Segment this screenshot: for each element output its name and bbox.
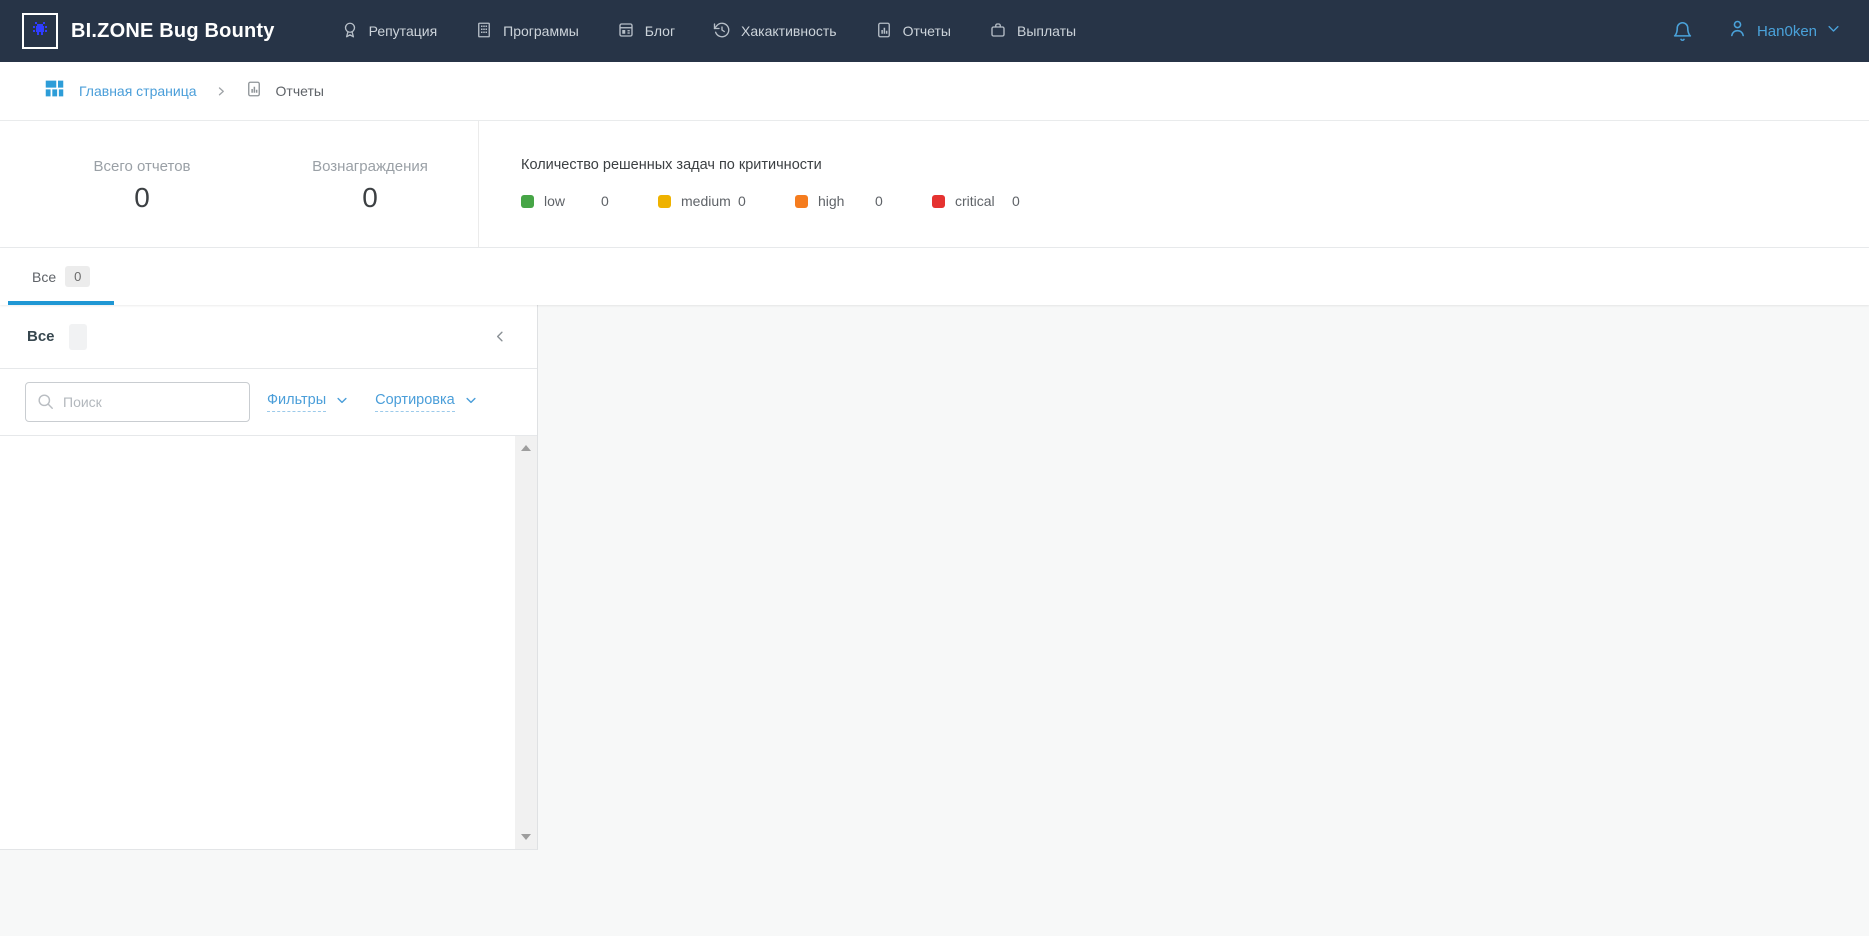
medium-color-swatch — [658, 195, 671, 208]
severity-title: Количество решенных задач по критичности — [521, 157, 1869, 173]
stat-value: 0 — [262, 182, 478, 214]
nav-label: Блог — [645, 23, 675, 39]
scroll-down-arrow-icon[interactable] — [521, 834, 531, 840]
tab-all[interactable]: Все 0 — [8, 248, 114, 305]
nav-label: Программы — [503, 23, 579, 39]
report-doc-icon — [245, 80, 263, 103]
severity-summary: Количество решенных задач по критичности… — [478, 121, 1869, 247]
sort-label: Сортировка — [375, 392, 455, 412]
severity-legend: low 0 medium 0 high 0 critical 0 — [521, 193, 1869, 209]
reports-list-empty — [0, 436, 537, 849]
nav-label: Выплаты — [1017, 23, 1076, 39]
bizone-logo[interactable] — [22, 13, 58, 49]
medal-icon — [341, 21, 359, 42]
workspace: Все Фильтры — [0, 305, 1869, 850]
panel-title: Все — [27, 328, 55, 345]
stat-rewards: Вознаграждения 0 — [262, 121, 478, 247]
filters-label: Фильтры — [267, 392, 326, 412]
search-box — [25, 382, 250, 422]
filters-dropdown[interactable]: Фильтры — [267, 392, 349, 412]
nav-label: Репутация — [369, 23, 438, 39]
briefcase-icon — [989, 21, 1007, 42]
tab-count-badge: 0 — [65, 266, 90, 287]
chevron-right-icon — [215, 85, 227, 97]
stat-label: Всего отчетов — [22, 158, 262, 175]
legend-item-low: low 0 — [521, 193, 658, 209]
legend-count: 0 — [738, 193, 746, 209]
panel-scrollbar[interactable] — [515, 436, 537, 849]
legend-label: high — [818, 193, 875, 209]
stat-value: 0 — [22, 182, 262, 214]
nav-item-hackactivity[interactable]: Хакактивность — [713, 21, 837, 42]
legend-count: 0 — [875, 193, 883, 209]
nav-item-blog[interactable]: Блог — [617, 21, 675, 42]
low-color-swatch — [521, 195, 534, 208]
chevron-down-icon — [464, 393, 478, 412]
blog-icon — [617, 21, 635, 42]
legend-count: 0 — [1012, 193, 1020, 209]
legend-label: low — [544, 193, 601, 209]
panel-count-badge — [69, 324, 87, 350]
dashboard-grid-icon — [44, 78, 65, 104]
scroll-up-arrow-icon[interactable] — [521, 445, 531, 451]
topbar-right: Han0ken — [1672, 18, 1841, 44]
top-navigation-bar: BI.ZONE Bug Bounty Репутация — [0, 0, 1869, 62]
panel-header: Все — [0, 305, 537, 369]
reports-list-panel: Все Фильтры — [0, 305, 538, 850]
breadcrumb-current: Отчеты — [245, 80, 324, 103]
history-icon — [713, 21, 731, 42]
legend-label: critical — [955, 193, 1012, 209]
breadcrumb-current-label: Отчеты — [276, 83, 324, 99]
legend-item-high: high 0 — [795, 193, 932, 209]
collapse-panel-button[interactable] — [492, 328, 509, 345]
building-icon — [475, 21, 493, 42]
legend-label: medium — [681, 193, 738, 209]
nav-item-payouts[interactable]: Выплаты — [989, 21, 1076, 42]
bug-icon — [30, 19, 50, 44]
search-input[interactable] — [25, 382, 250, 422]
stat-total-reports: Всего отчетов 0 — [22, 121, 262, 247]
username: Han0ken — [1757, 23, 1817, 40]
reports-tabbar: Все 0 — [0, 248, 1869, 305]
active-tab-indicator — [8, 301, 114, 305]
high-color-swatch — [795, 195, 808, 208]
stat-label: Вознаграждения — [262, 158, 478, 175]
critical-color-swatch — [932, 195, 945, 208]
brand-title: BI.ZONE Bug Bounty — [71, 20, 275, 43]
chevron-down-icon — [335, 393, 349, 412]
legend-item-critical: critical 0 — [932, 193, 1069, 209]
nav-item-reputation[interactable]: Репутация — [341, 21, 438, 42]
nav-item-reports[interactable]: Отчеты — [875, 21, 951, 42]
report-icon — [875, 21, 893, 42]
tab-label: Все — [32, 269, 56, 285]
user-menu[interactable]: Han0ken — [1727, 18, 1841, 44]
sort-dropdown[interactable]: Сортировка — [375, 392, 478, 412]
main-nav: Репутация Программы — [341, 21, 1077, 42]
legend-item-medium: medium 0 — [658, 193, 795, 209]
nav-label: Хакактивность — [741, 23, 837, 39]
stats-strip: Всего отчетов 0 Вознаграждения 0 Количес… — [0, 121, 1869, 248]
filter-row: Фильтры Сортировка — [0, 369, 537, 436]
nav-item-programs[interactable]: Программы — [475, 21, 579, 42]
legend-count: 0 — [601, 193, 609, 209]
breadcrumb: Главная страница Отчеты — [0, 62, 1869, 121]
nav-label: Отчеты — [903, 23, 951, 39]
breadcrumb-home-link[interactable]: Главная страница — [44, 78, 197, 104]
breadcrumb-home-label: Главная страница — [79, 83, 197, 99]
notifications-bell-icon[interactable] — [1672, 21, 1693, 42]
user-icon — [1727, 18, 1748, 44]
chevron-down-icon — [1826, 21, 1841, 41]
